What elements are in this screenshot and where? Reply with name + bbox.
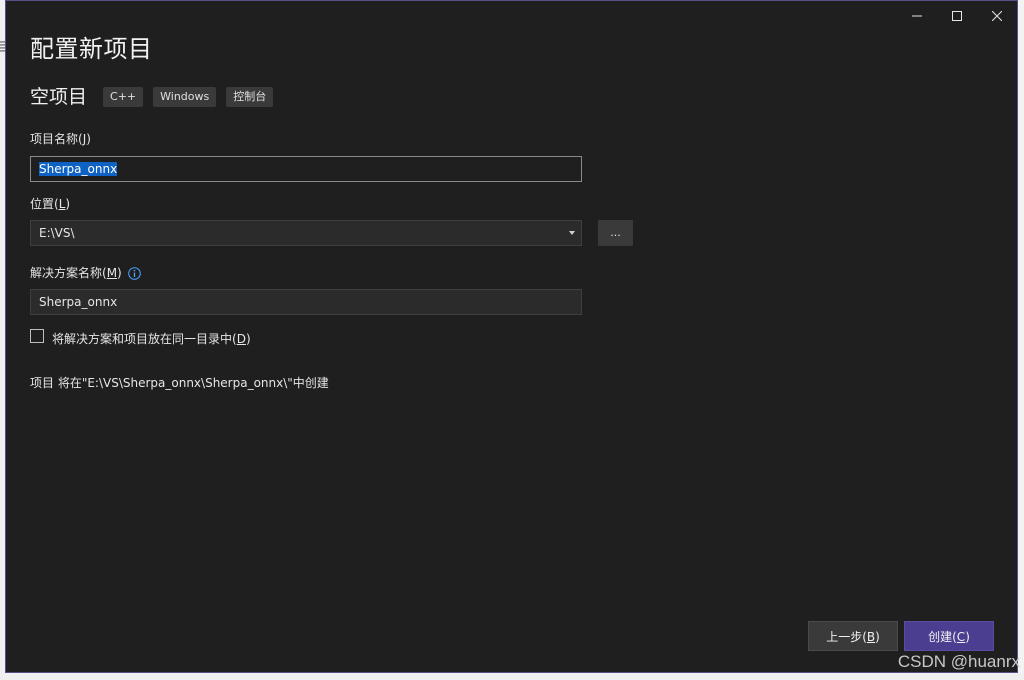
solution-name-value: Sherpa_onnx [39, 295, 118, 309]
background-bottom-edge [0, 674, 1024, 680]
back-button[interactable]: 上一步(B) [808, 621, 898, 651]
configure-project-dialog: 配置新项目 空项目 C++ Windows 控制台 项目名称(J) Sherpa… [5, 0, 1018, 673]
minimize-button[interactable] [897, 1, 937, 31]
chevron-down-icon[interactable] [569, 231, 575, 235]
template-info: 空项目 C++ Windows 控制台 [30, 85, 283, 109]
solution-name-input[interactable]: Sherpa_onnx [30, 289, 582, 315]
location-label: 位置(L) [30, 197, 71, 211]
close-icon [992, 11, 1002, 21]
info-icon[interactable] [127, 267, 141, 280]
tag-project-type: 控制台 [226, 87, 274, 107]
close-button[interactable] [977, 1, 1017, 31]
tag-language: C++ [103, 87, 144, 107]
location-value: E:\VS\ [39, 226, 75, 240]
same-directory-checkbox[interactable] [30, 329, 44, 343]
project-name-label: 项目名称(J) [30, 132, 91, 146]
create-button[interactable]: 创建(C) [904, 621, 994, 651]
tag-platform: Windows [153, 87, 217, 107]
page-title: 配置新项目 [30, 35, 153, 63]
project-name-value: Sherpa_onnx [39, 162, 118, 176]
project-name-input[interactable]: Sherpa_onnx [30, 156, 582, 182]
minimize-icon [912, 15, 922, 17]
template-name: 空项目 [30, 86, 88, 108]
window-controls [897, 1, 1017, 31]
watermark: CSDN @huanrx [897, 652, 1020, 671]
browse-button[interactable]: ... [598, 220, 633, 246]
solution-name-label: 解决方案名称(M) [30, 264, 141, 281]
same-directory-label[interactable]: 将解决方案和项目放在同一目录中(D) [52, 330, 251, 347]
maximize-icon [952, 11, 962, 21]
maximize-button[interactable] [937, 1, 977, 31]
project-path-info: 项目 将在"E:\VS\Sherpa_onnx\Sherpa_onnx\"中创建 [30, 376, 329, 390]
location-combobox[interactable]: E:\VS\ [30, 220, 582, 246]
